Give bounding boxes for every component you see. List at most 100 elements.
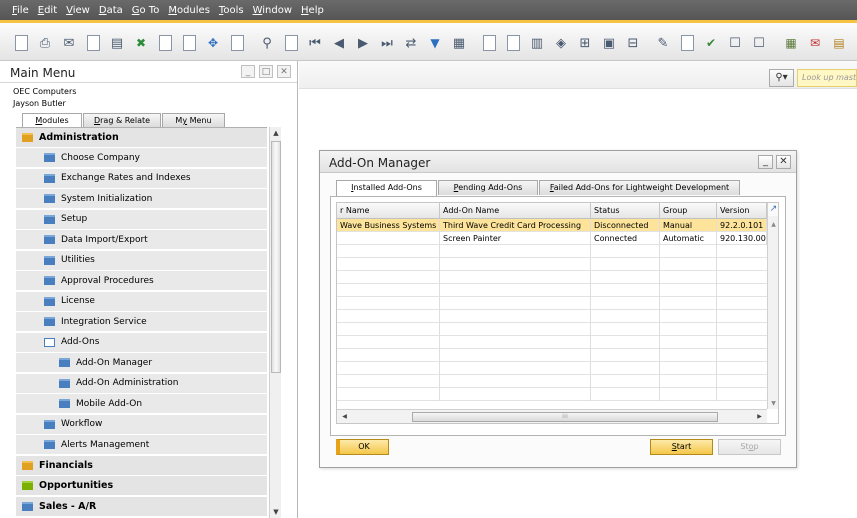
main-menu-tabs: Modules Drag & Relate My Menu	[22, 113, 226, 128]
tab-modules[interactable]: Modules	[22, 113, 82, 128]
stop-button[interactable]: Stop	[718, 439, 781, 455]
print-icon[interactable]: ⎙	[36, 34, 54, 52]
folder-workflow[interactable]: Workflow	[16, 414, 267, 435]
layout-icon[interactable]: ▥	[528, 34, 546, 52]
find-icon[interactable]: ⚲	[258, 34, 276, 52]
preview-icon[interactable]	[12, 34, 30, 52]
grid-horizontal-scrollbar[interactable]: ◀ ⁞⁞⁞ ▶	[337, 409, 767, 423]
email-icon[interactable]: ✉	[60, 34, 78, 52]
gross-profit-icon[interactable]: ◈	[552, 34, 570, 52]
sms-icon[interactable]	[84, 34, 102, 52]
pdf-icon[interactable]	[180, 34, 198, 52]
window-title-bar[interactable]: Add-On Manager _ ✕	[320, 151, 796, 173]
folder-utilities[interactable]: Utilities	[16, 250, 267, 271]
menu-go-to[interactable]: Go To	[132, 5, 160, 16]
folder-system-initialization[interactable]: System Initialization	[16, 189, 267, 209]
menu-view[interactable]: View	[66, 5, 90, 16]
minimize-icon[interactable]: _	[241, 65, 255, 78]
filter-icon[interactable]: ▼	[426, 34, 444, 52]
approve-icon[interactable]: ✔	[702, 34, 720, 52]
tab-failed-add-ons[interactable]: Failed Add-Ons for Lightweight Developme…	[539, 180, 740, 195]
folder-add-ons[interactable]: Add-Ons	[16, 332, 267, 353]
close-icon[interactable]: ✕	[277, 65, 291, 78]
main-menu-scrollbar[interactable]: ▲ ▼	[269, 127, 281, 518]
search-icon[interactable]: ⚲▾	[769, 69, 794, 87]
scroll-thumb[interactable]	[271, 141, 281, 373]
grid-vertical-scrollbar[interactable]: ↗ ▲ ▼	[767, 203, 778, 409]
module-sales-ar[interactable]: Sales - A/R	[16, 496, 267, 517]
expand-icon[interactable]: ↗	[768, 203, 778, 216]
settings-document-icon[interactable]	[678, 34, 696, 52]
journal-icon[interactable]: ⊟	[624, 34, 642, 52]
module-opportunities[interactable]: Opportunities	[16, 476, 267, 496]
word-icon[interactable]	[156, 34, 174, 52]
first-record-icon[interactable]: ⏮	[306, 34, 324, 52]
menu-item-mobile-add-on[interactable]: Mobile Add-On	[16, 394, 267, 414]
ok-button[interactable]: OK	[336, 439, 389, 455]
transaction-icon[interactable]: ⊞	[576, 34, 594, 52]
cockpit-icon[interactable]: ▤	[830, 34, 848, 52]
edit-icon[interactable]: ✎	[654, 34, 672, 52]
folder-license[interactable]: License	[16, 291, 267, 312]
next-record-icon[interactable]: ▶	[354, 34, 372, 52]
column-header-vendor-name[interactable]: r Name	[337, 203, 440, 219]
previous-record-icon[interactable]: ◀	[330, 34, 348, 52]
sort-icon[interactable]: ▦	[450, 34, 468, 52]
scroll-left-icon[interactable]: ◀	[339, 411, 350, 422]
scroll-thumb[interactable]: ⁞⁞⁞	[412, 412, 718, 422]
menu-tools[interactable]: Tools	[219, 5, 244, 16]
maximize-icon[interactable]: □	[259, 65, 273, 78]
table-row[interactable]: Screen Painter Connected Automatic 920.1…	[337, 232, 767, 245]
scroll-up-icon[interactable]: ▲	[270, 127, 282, 139]
calendar-icon[interactable]: ▦	[782, 34, 800, 52]
scroll-right-icon[interactable]: ▶	[754, 411, 765, 422]
menu-bar: File Edit View Data Go To Modules Tools …	[0, 0, 857, 20]
tab-pending-add-ons[interactable]: Pending Add-Ons	[438, 180, 538, 195]
tab-my-menu[interactable]: My Menu	[162, 113, 225, 127]
menu-item-exchange-rates[interactable]: Exchange Rates and Indexes	[16, 168, 267, 189]
message-icon[interactable]: ☐	[726, 34, 744, 52]
menu-modules[interactable]: Modules	[168, 5, 210, 16]
module-administration[interactable]: Administration	[16, 128, 267, 148]
menu-item-add-on-administration[interactable]: Add-On Administration	[16, 373, 267, 394]
close-icon[interactable]: ✕	[776, 155, 791, 169]
module-financials[interactable]: Financials	[16, 455, 267, 476]
folder-data-import-export[interactable]: Data Import/Export	[16, 230, 267, 250]
scroll-up-icon[interactable]: ▲	[768, 219, 778, 230]
target-document-icon[interactable]	[504, 34, 522, 52]
folder-setup[interactable]: Setup	[16, 209, 267, 230]
lock-document-icon[interactable]	[228, 34, 246, 52]
column-header-group[interactable]: Group	[660, 203, 717, 219]
tab-installed-add-ons[interactable]: Installed Add-Ons	[336, 180, 437, 196]
table-row[interactable]: Wave Business Systems Third Wave Credit …	[337, 219, 767, 232]
menu-edit[interactable]: Edit	[38, 5, 57, 16]
minimize-icon[interactable]: _	[758, 155, 773, 169]
last-record-icon[interactable]: ⏭	[378, 34, 396, 52]
column-header-add-on-name[interactable]: Add-On Name	[440, 203, 591, 219]
payment-icon[interactable]: ▣	[600, 34, 618, 52]
menu-item-add-on-manager[interactable]: Add-On Manager	[16, 353, 267, 373]
column-header-version[interactable]: Version	[717, 203, 767, 219]
launch-icon[interactable]: ✥	[204, 34, 222, 52]
folder-integration-service[interactable]: Integration Service	[16, 312, 267, 332]
chat-icon[interactable]: ☐	[750, 34, 768, 52]
refresh-icon[interactable]: ⇄	[402, 34, 420, 52]
start-button[interactable]: Start	[650, 439, 713, 455]
scroll-down-icon[interactable]: ▼	[270, 506, 282, 518]
add-icon[interactable]	[282, 34, 300, 52]
menu-window[interactable]: Window	[253, 5, 292, 16]
column-header-status[interactable]: Status	[591, 203, 660, 219]
fax-icon[interactable]: ▤	[108, 34, 126, 52]
menu-item-alerts-management[interactable]: Alerts Management	[16, 435, 267, 455]
alerts-icon[interactable]: ✉	[806, 34, 824, 52]
menu-help[interactable]: Help	[301, 5, 324, 16]
excel-icon[interactable]: ✖	[132, 34, 150, 52]
menu-item-choose-company[interactable]: Choose Company	[16, 148, 267, 168]
search-input[interactable]: Look up master	[797, 69, 857, 87]
scroll-down-icon[interactable]: ▼	[768, 398, 778, 409]
menu-data[interactable]: Data	[99, 5, 123, 16]
folder-approval-procedures[interactable]: Approval Procedures	[16, 271, 267, 291]
menu-file[interactable]: File	[12, 5, 29, 16]
base-document-icon[interactable]	[480, 34, 498, 52]
tab-drag-relate[interactable]: Drag & Relate	[83, 113, 161, 127]
